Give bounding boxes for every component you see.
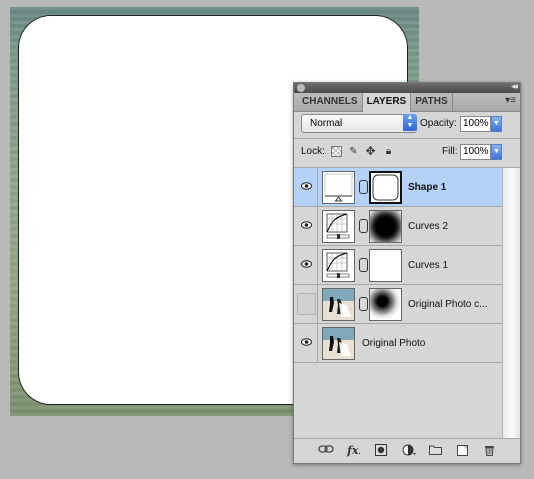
fill-dropdown-button[interactable]: ▼: [491, 144, 502, 160]
layer-name[interactable]: Curves 1: [408, 260, 448, 271]
layers-list: Shape 1 Curves 2 Curves 1 Original Photo…: [294, 168, 502, 438]
layer-row-original-photo[interactable]: Original Photo: [294, 324, 502, 363]
group-folder-icon[interactable]: [428, 444, 442, 458]
mask-thumbnail[interactable]: [369, 249, 402, 282]
layer-name[interactable]: Curves 2: [408, 221, 448, 232]
divider: [317, 168, 318, 206]
layer-row-curves-2[interactable]: Curves 2: [294, 207, 502, 246]
divider: [294, 138, 520, 139]
fx-icon[interactable]: fx.: [346, 444, 362, 458]
panel-tabs: CHANNELS LAYERS PATHS ▾≡: [294, 93, 520, 112]
photo-thumbnail[interactable]: [322, 327, 355, 360]
eye-hidden-icon[interactable]: [297, 293, 316, 315]
link-chain-icon[interactable]: [359, 297, 368, 311]
opacity-dropdown-button[interactable]: ▼: [491, 116, 502, 132]
lock-label: Lock:: [301, 146, 325, 157]
vector-mask-thumbnail[interactable]: [369, 171, 402, 204]
tab-layers[interactable]: LAYERS: [362, 93, 412, 112]
layer-name[interactable]: Shape 1: [408, 182, 446, 193]
lock-image-brush-icon[interactable]: ✎: [348, 146, 359, 157]
curves-adjustment-icon[interactable]: [322, 249, 355, 282]
link-chain-icon[interactable]: [359, 180, 368, 194]
lock-transparent-icon[interactable]: [331, 146, 342, 157]
mask-thumbnail[interactable]: [369, 210, 402, 243]
panel-menu-icon[interactable]: ▾≡: [505, 95, 516, 106]
layers-scrollbar[interactable]: [502, 168, 520, 438]
collapse-icon[interactable]: ◂◂: [511, 81, 518, 92]
link-layers-icon[interactable]: [318, 444, 334, 458]
close-icon[interactable]: [297, 84, 305, 92]
layer-name[interactable]: Original Photo c...: [408, 299, 487, 310]
link-chain-icon[interactable]: [359, 258, 368, 272]
fill-input[interactable]: 100%: [460, 144, 491, 160]
divider: [317, 246, 318, 284]
lock-position-move-icon[interactable]: ✥: [365, 145, 376, 157]
add-mask-icon[interactable]: [374, 444, 388, 458]
eye-icon[interactable]: [297, 215, 316, 237]
updown-arrow-icon: ▲ ▼: [403, 114, 417, 131]
divider: [317, 207, 318, 245]
curves-adjustment-icon[interactable]: [322, 210, 355, 243]
blend-mode-select[interactable]: Normal ▲ ▼: [301, 114, 417, 133]
link-chain-icon[interactable]: [359, 219, 368, 233]
lock-all-icon[interactable]: 🔒︎: [383, 146, 394, 157]
trash-icon[interactable]: [482, 444, 496, 458]
eye-icon[interactable]: [297, 176, 316, 198]
panel-titlebar[interactable]: ◂◂: [294, 81, 520, 93]
divider: [317, 324, 318, 362]
eye-icon[interactable]: [297, 254, 316, 276]
divider: [317, 285, 318, 323]
layer-row-shape-1[interactable]: Shape 1: [294, 168, 502, 207]
tab-paths[interactable]: PATHS: [411, 93, 453, 111]
tab-channels[interactable]: CHANNELS: [298, 93, 363, 111]
layers-bottom-toolbar: fx.: [294, 438, 520, 463]
blend-mode-value: Normal: [310, 118, 343, 129]
mask-thumbnail[interactable]: [369, 288, 402, 321]
adjustment-layer-icon[interactable]: [401, 444, 417, 458]
eye-icon[interactable]: [297, 332, 316, 354]
layer-name[interactable]: Original Photo: [362, 338, 425, 349]
new-layer-icon[interactable]: [455, 444, 469, 458]
vector-shape-thumbnail[interactable]: [322, 171, 355, 204]
layer-row-original-photo-copy[interactable]: Original Photo c...: [294, 285, 502, 324]
layers-panel: ◂◂ CHANNELS LAYERS PATHS ▾≡ Normal ▲ ▼ Op…: [293, 81, 521, 464]
opacity-label: Opacity:: [420, 118, 457, 129]
layer-row-curves-1[interactable]: Curves 1: [294, 246, 502, 285]
fill-label: Fill:: [442, 146, 458, 157]
opacity-input[interactable]: 100%: [460, 116, 491, 132]
photo-thumbnail[interactable]: [322, 288, 355, 321]
